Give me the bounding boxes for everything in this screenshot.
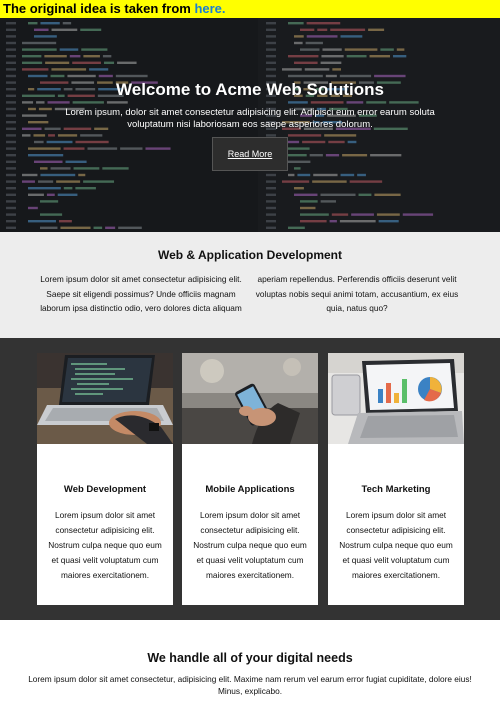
bottom-heading: We handle all of your digital needs [147, 651, 353, 665]
card-text: Lorem ipsum dolor sit amet consectetur a… [48, 510, 162, 580]
service-card: Mobile Applications Lorem ipsum dolor si… [182, 353, 318, 605]
laptop-charts-image [328, 353, 464, 444]
intro-section: Web & Application Development Lorem ipsu… [0, 232, 500, 338]
intro-text-left: Lorem ipsum dolor sit amet consectetur a… [40, 274, 242, 313]
card-title: Mobile Applications [205, 484, 295, 495]
read-more-button[interactable]: Read More [212, 137, 288, 171]
hero-text: Lorem ipsum, dolor sit amet consectetur … [65, 107, 435, 130]
hero-section: Welcome to Acme Web Solutions Lorem ipsu… [0, 18, 500, 232]
card-title: Web Development [63, 484, 147, 495]
attribution-text: The original idea is taken from [3, 1, 195, 16]
card-text: Lorem ipsum dolor sit amet consectetur a… [193, 510, 307, 580]
services-section: Web Development Lorem ipsum dolor sit am… [0, 338, 500, 620]
hero-title: Welcome to Acme Web Solutions [116, 80, 384, 99]
attribution-link[interactable]: here. [194, 1, 225, 16]
intro-text-right: aperiam repellendus. Perferendis officii… [255, 274, 459, 313]
bottom-text: Lorem ipsum dolor sit amet consectetur, … [28, 674, 472, 696]
laptop-coding-image [37, 353, 173, 444]
attribution-bar: The original idea is taken from here. [0, 0, 500, 18]
card-text: Lorem ipsum dolor sit amet consectetur a… [339, 510, 453, 580]
section-title: Web & Application Development [157, 248, 343, 262]
card-title: Tech Marketing [361, 484, 431, 495]
service-card: Web Development Lorem ipsum dolor sit am… [37, 353, 173, 605]
phone-in-hand-image [182, 353, 318, 444]
service-card: Tech Marketing Lorem ipsum dolor sit ame… [328, 353, 464, 605]
